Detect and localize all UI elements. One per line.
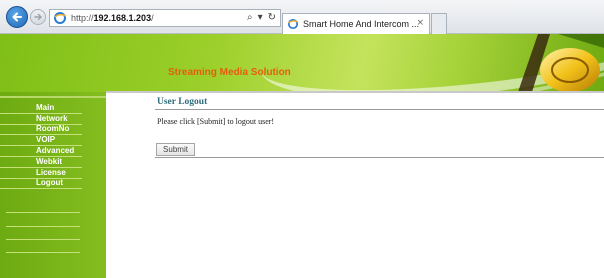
header-banner: Streaming Media Solution xyxy=(0,34,604,92)
browser-toolbar: http://192.168.1.203/ ⌕ ▾ ↻ Smart Home A… xyxy=(0,0,604,34)
search-dropdown-icon[interactable]: ▾ xyxy=(258,12,263,23)
title-divider xyxy=(155,109,604,110)
forward-arrow-icon xyxy=(34,13,42,21)
sidebar-divider xyxy=(6,239,80,240)
header-divider xyxy=(106,91,604,93)
sidebar-item-webkit[interactable]: Webkit xyxy=(0,157,82,168)
logout-instructions: Please click [Submit] to logout user! xyxy=(157,117,275,126)
page-title: User Logout xyxy=(157,97,208,107)
sidebar-item-roomno[interactable]: RoomNo xyxy=(0,125,82,136)
back-button[interactable] xyxy=(6,6,28,28)
sidebar-item-logout[interactable]: Logout xyxy=(0,179,82,190)
tab-favicon-icon xyxy=(287,18,299,30)
sidebar-item-label: Main xyxy=(36,102,55,112)
banner-title: Streaming Media Solution xyxy=(168,67,291,78)
sidebar-item-label: VOIP xyxy=(36,135,56,145)
sidebar-item-label: Webkit xyxy=(36,156,63,166)
sidebar-divider xyxy=(0,96,106,98)
sidebar-divider xyxy=(6,226,80,227)
tab-close-icon[interactable]: × xyxy=(416,18,424,28)
sidebar-menu: Main Network RoomNo VOIP Advanced Webkit… xyxy=(0,103,82,190)
address-bar[interactable]: http://192.168.1.203/ ⌕ ▾ ↻ xyxy=(49,9,281,27)
new-tab-button[interactable] xyxy=(431,13,447,34)
form-divider xyxy=(155,157,604,158)
search-icon[interactable]: ⌕ xyxy=(247,12,253,23)
banner-decoration-image xyxy=(518,34,604,92)
refresh-icon[interactable]: ↻ xyxy=(268,12,276,23)
sidebar-item-label: License xyxy=(36,167,66,177)
tab-title: Smart Home And Intercom ... xyxy=(303,19,420,29)
sidebar-item-label: RoomNo xyxy=(36,124,70,134)
sidebar-item-license[interactable]: License xyxy=(0,168,82,179)
sidebar-divider xyxy=(6,212,80,213)
forward-button[interactable] xyxy=(30,9,46,25)
sidebar-item-main[interactable]: Main xyxy=(0,103,82,114)
sidebar-item-advanced[interactable]: Advanced xyxy=(0,146,82,157)
back-arrow-icon xyxy=(12,12,22,22)
sidebar-item-network[interactable]: Network xyxy=(0,114,82,125)
sidebar-item-voip[interactable]: VOIP xyxy=(0,135,82,147)
address-url: http://192.168.1.203/ xyxy=(71,13,154,23)
browser-tab[interactable]: Smart Home And Intercom ... × xyxy=(282,13,430,34)
sidebar-item-label: Advanced xyxy=(36,146,75,156)
ie-page-icon xyxy=(54,12,67,24)
sidebar-item-label: Network xyxy=(36,113,68,123)
sidebar-divider xyxy=(6,252,80,253)
sidebar-item-label: Logout xyxy=(36,178,64,188)
submit-button[interactable]: Submit xyxy=(156,143,195,156)
